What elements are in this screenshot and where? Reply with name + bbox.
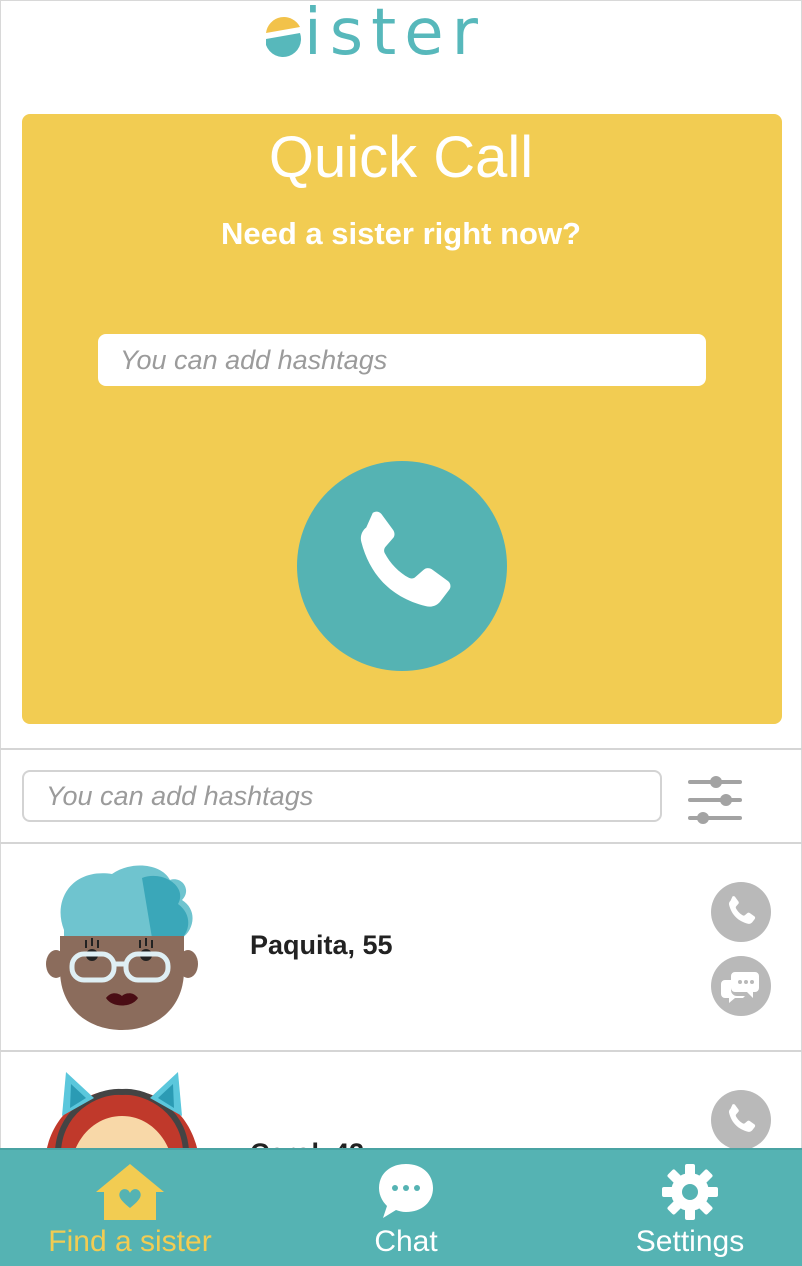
call-button[interactable] [711, 1090, 771, 1148]
nav-chat[interactable]: Chat [306, 1150, 506, 1266]
app-logo: ister [262, 0, 542, 70]
logo-wordmark: ister [304, 0, 486, 70]
avatar [36, 1068, 208, 1148]
chat-button[interactable] [711, 956, 771, 1016]
phone-icon [728, 896, 756, 924]
search-input[interactable] [22, 770, 662, 822]
bottom-nav: Find a sister Chat Settings [0, 1148, 802, 1266]
person-name: Paquita, 55 [250, 930, 393, 960]
nav-label: Chat [374, 1225, 438, 1258]
nav-label: Find a sister [48, 1225, 212, 1258]
divider [0, 748, 802, 750]
avatar [42, 860, 202, 1037]
phone-icon [728, 1104, 756, 1132]
quick-call-hashtag-input[interactable] [98, 334, 706, 386]
list-item[interactable]: Paquita, 55 [0, 844, 802, 1050]
nav-label: Settings [635, 1225, 745, 1258]
call-button[interactable] [711, 882, 771, 942]
nav-settings[interactable]: Settings [590, 1150, 790, 1266]
list-item[interactable]: Carol, 42 [0, 1052, 802, 1148]
half-circle-logo-icon [262, 13, 302, 59]
sliders-icon [688, 776, 742, 824]
nav-find-a-sister[interactable]: Find a sister [30, 1150, 230, 1266]
chat-bubbles-icon [721, 972, 759, 1003]
quick-call-subtitle: Need a sister right now? [220, 216, 581, 251]
filter-button[interactable] [686, 772, 744, 828]
phone-icon [360, 511, 451, 607]
gear-icon [662, 1164, 718, 1220]
speech-bubble-icon [379, 1164, 433, 1218]
person-name: Carol, 42 [250, 1136, 364, 1148]
quick-call-button[interactable] [297, 461, 507, 671]
quick-call-title: Quick Call [268, 125, 534, 190]
house-heart-icon [96, 1164, 164, 1220]
